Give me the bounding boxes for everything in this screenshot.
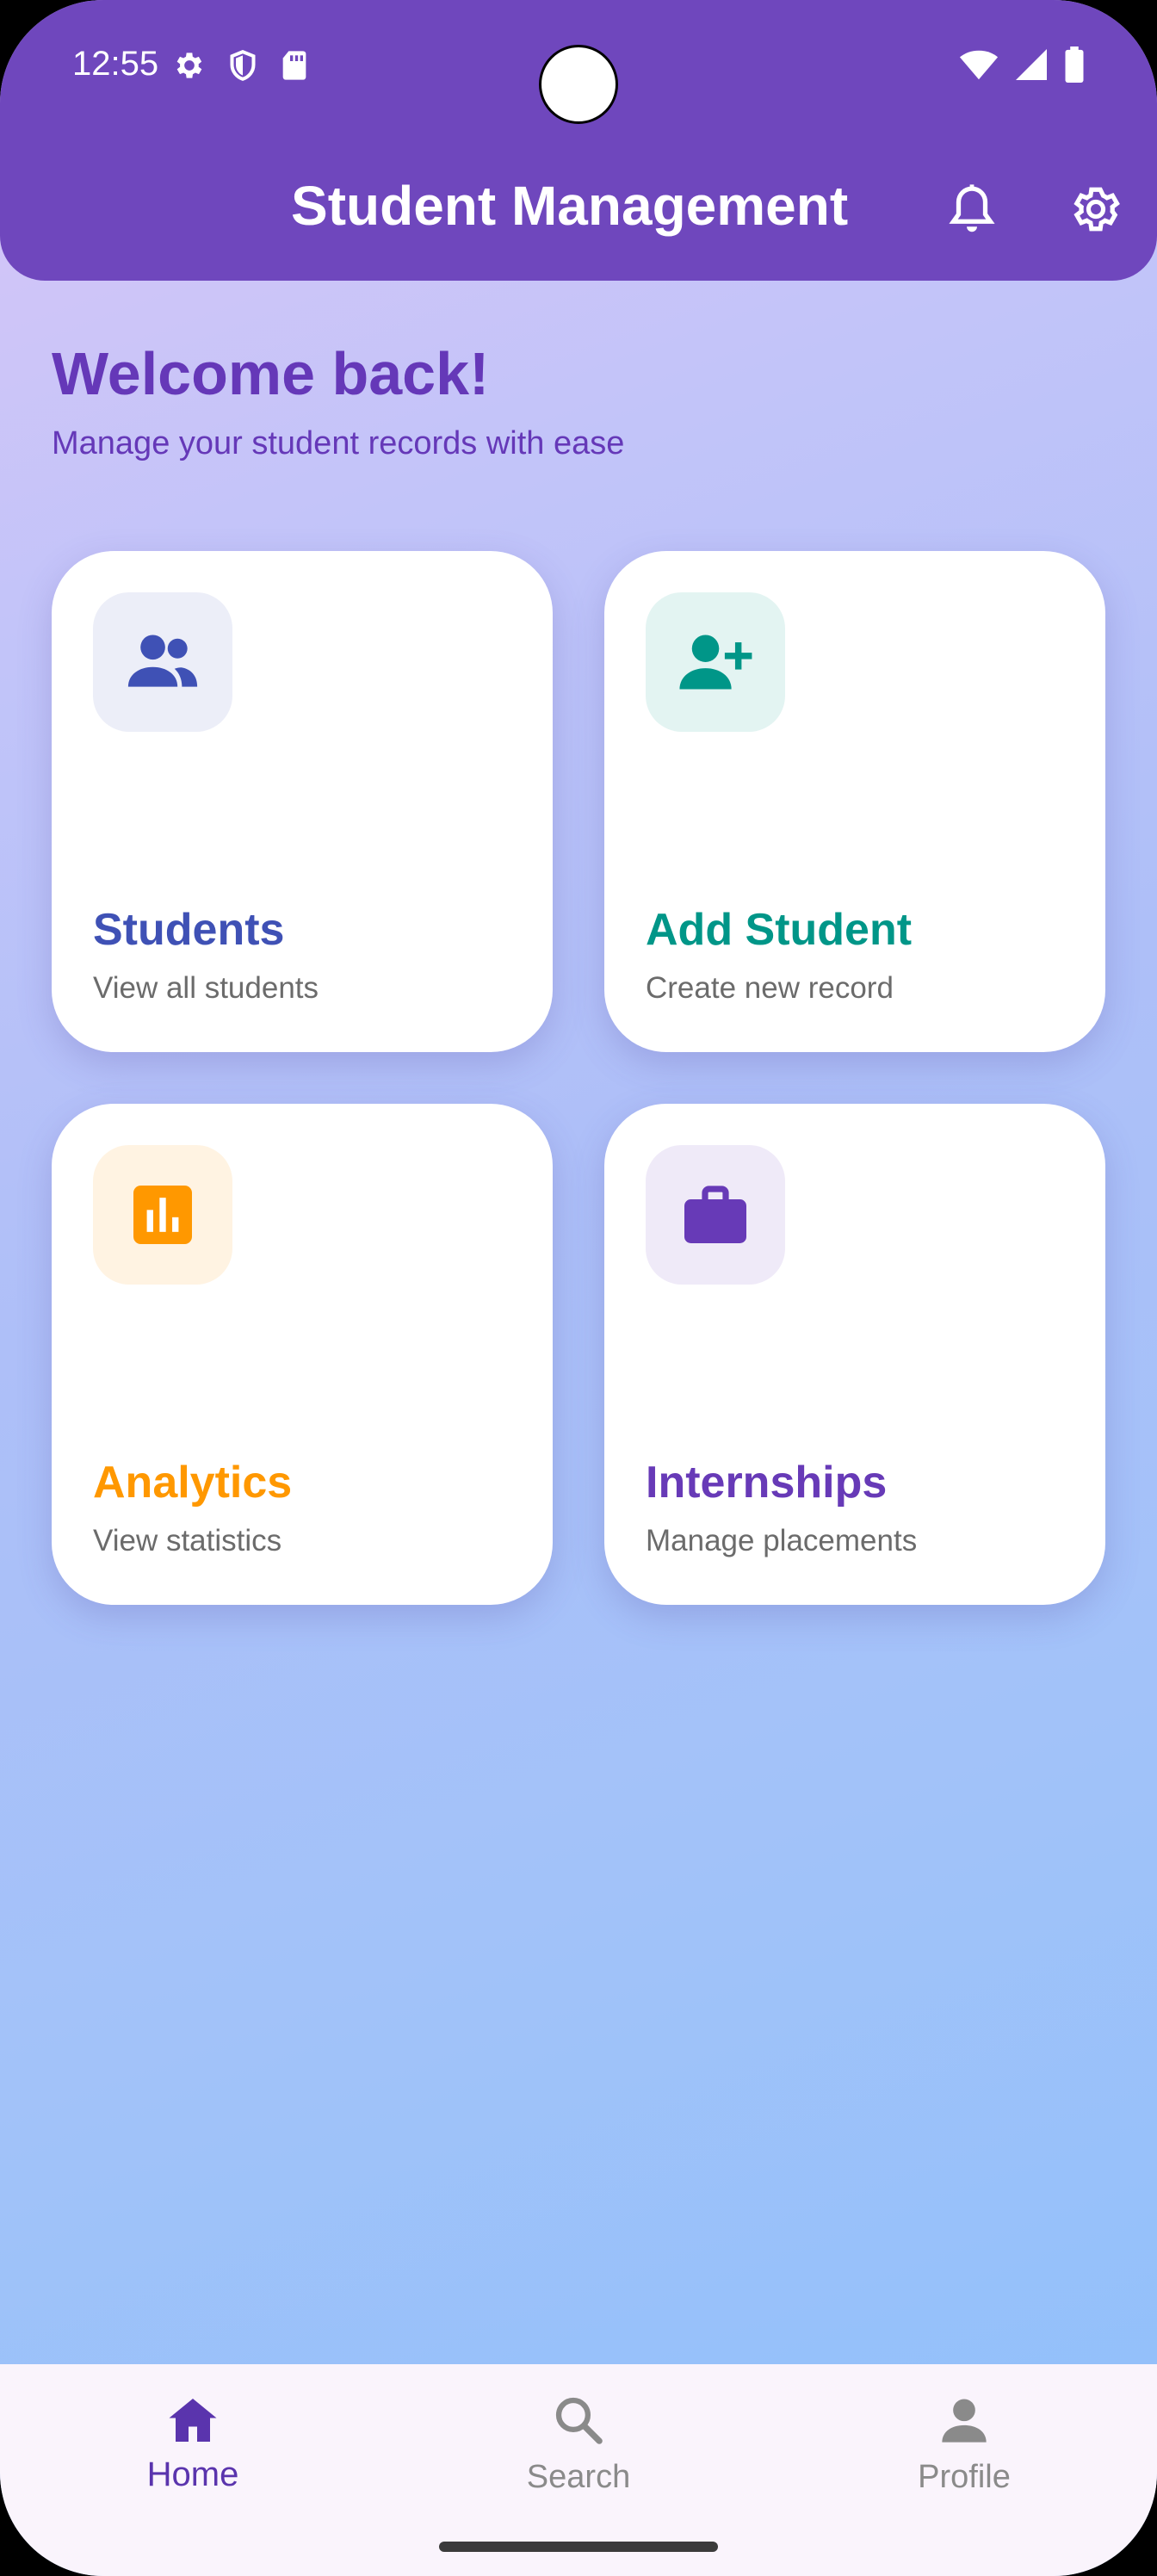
add-student-card-subtitle: Create new record xyxy=(646,971,894,1005)
notifications-button[interactable] xyxy=(940,177,1004,241)
gear-icon xyxy=(1073,187,1120,232)
wifi-icon xyxy=(959,47,999,86)
person-add-icon xyxy=(679,635,752,690)
analytics-card-subtitle: View statistics xyxy=(93,1524,282,1557)
add-student-icon-box xyxy=(646,592,785,732)
people-icon xyxy=(127,635,198,687)
internships-card-subtitle: Manage placements xyxy=(646,1524,918,1557)
nav-profile[interactable]: Profile xyxy=(852,2364,1076,2519)
students-card[interactable]: Students View all students xyxy=(52,551,553,1052)
add-student-card-title: Add Student xyxy=(646,905,913,955)
students-card-subtitle: View all students xyxy=(93,971,319,1005)
status-right-icons xyxy=(959,46,1085,87)
app-screen: 12:55 Student Management Welcome back! M… xyxy=(0,0,1157,2576)
app-bar: 12:55 Student Management xyxy=(0,0,1157,281)
internships-card-title: Internships xyxy=(646,1458,888,1508)
signal-icon xyxy=(1014,47,1049,86)
status-left-icons xyxy=(172,48,310,87)
students-card-title: Students xyxy=(93,905,285,955)
briefcase-icon xyxy=(684,1186,746,1243)
bell-icon xyxy=(949,184,995,232)
nav-home-label: Home xyxy=(146,2455,239,2493)
person-icon xyxy=(942,2399,987,2443)
camera-cutout xyxy=(539,45,618,124)
home-icon xyxy=(169,2399,217,2442)
nav-profile-label: Profile xyxy=(918,2459,1011,2495)
shield-icon xyxy=(226,48,260,87)
internships-card[interactable]: Internships Manage placements xyxy=(604,1104,1105,1605)
home-indicator[interactable] xyxy=(439,2542,718,2552)
nav-search[interactable]: Search xyxy=(467,2364,690,2519)
settings-button[interactable] xyxy=(1064,177,1128,241)
students-icon-box xyxy=(93,592,232,732)
page-title: Student Management xyxy=(291,175,849,237)
add-student-card[interactable]: Add Student Create new record xyxy=(604,551,1105,1052)
status-time: 12:55 xyxy=(72,45,159,83)
welcome-subtitle: Manage your student records with ease xyxy=(52,425,625,461)
nav-home[interactable]: Home xyxy=(81,2364,305,2519)
bar-chart-icon xyxy=(133,1186,192,1244)
settings-icon xyxy=(172,48,207,87)
internships-icon-box xyxy=(646,1145,785,1285)
analytics-card-title: Analytics xyxy=(93,1458,293,1508)
battery-icon xyxy=(1064,46,1085,87)
search-icon xyxy=(555,2397,603,2444)
analytics-icon-box xyxy=(93,1145,232,1285)
sd-card-icon xyxy=(279,48,310,87)
analytics-card[interactable]: Analytics View statistics xyxy=(52,1104,553,1605)
nav-search-label: Search xyxy=(526,2459,631,2495)
welcome-title: Welcome back! xyxy=(52,340,490,407)
